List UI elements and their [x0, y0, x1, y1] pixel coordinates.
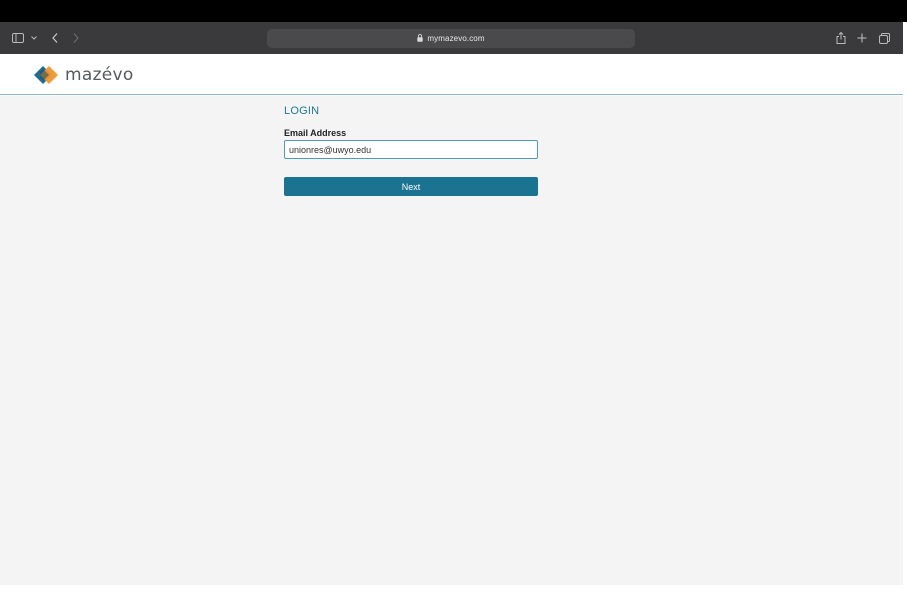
email-field[interactable]: [284, 140, 538, 159]
window-bottom: [0, 585, 907, 589]
mazevo-logo-icon: [34, 66, 58, 84]
screen-top-bar: [0, 0, 907, 22]
site-header: mazévo: [0, 54, 903, 95]
mazevo-logo[interactable]: mazévo: [33, 64, 134, 86]
share-icon[interactable]: [834, 22, 848, 54]
plus-icon[interactable]: [855, 22, 869, 54]
address-bar[interactable]: mymazevo.com: [267, 29, 635, 48]
chevron-down-icon[interactable]: [29, 22, 39, 54]
back-arrow-icon[interactable]: [49, 22, 61, 54]
logo-text: mazévo: [65, 65, 134, 85]
forward-arrow-icon[interactable]: [70, 22, 82, 54]
login-title: LOGIN: [284, 105, 320, 117]
next-button[interactable]: Next: [284, 177, 538, 196]
url-display[interactable]: mymazevo.com: [267, 29, 635, 48]
url-text: mymazevo.com: [427, 34, 485, 43]
lock-icon: [417, 33, 424, 44]
login-page: LOGIN Email Address Next: [0, 96, 903, 585]
tabs-overview-icon[interactable]: [877, 22, 891, 54]
email-label: Email Address: [284, 128, 347, 138]
sidebar-icon[interactable]: [10, 22, 26, 54]
window-edge: [903, 22, 907, 589]
